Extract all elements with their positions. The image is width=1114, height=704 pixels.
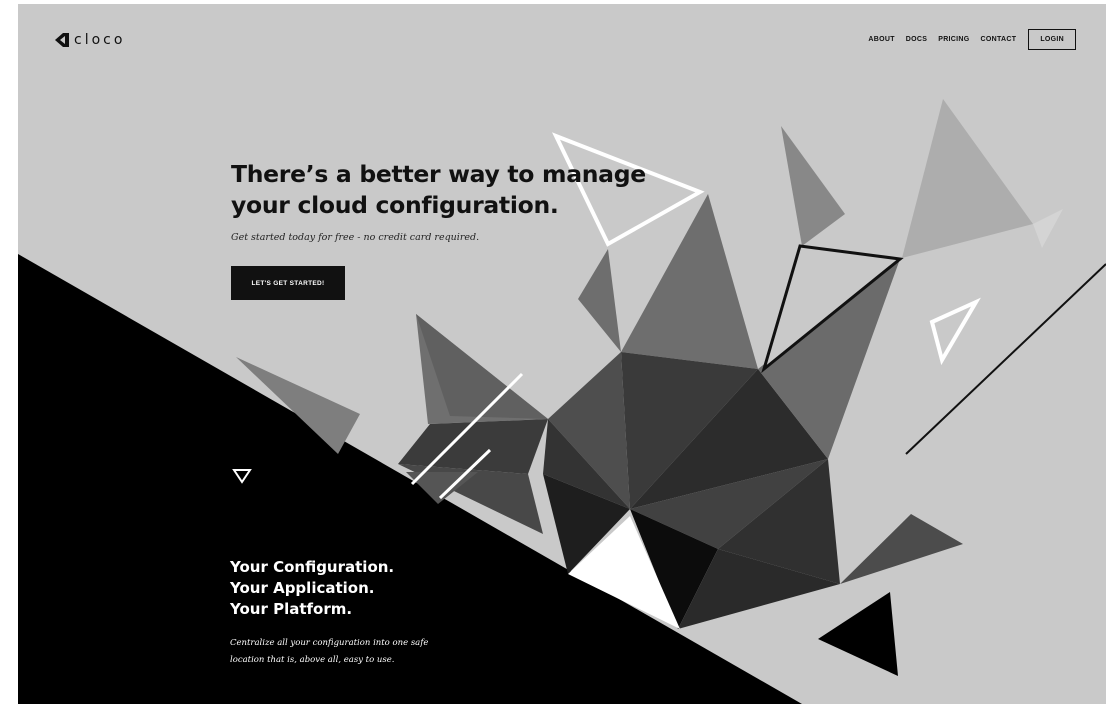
login-button[interactable]: LOGIN — [1028, 29, 1076, 50]
polygon-shard — [781, 126, 845, 246]
hero-title: There’s a better way to manage your clou… — [231, 159, 646, 221]
nav-about[interactable]: ABOUT — [868, 36, 894, 43]
feature-title-line: Your Configuration. — [230, 558, 395, 576]
get-started-button[interactable]: LET'S GET STARTED! — [231, 266, 345, 300]
hero-title-line2: your cloud configuration. — [231, 191, 559, 219]
outline-triangle — [929, 297, 981, 366]
site-header: cloco ABOUT DOCS PRICING CONTACT LOGIN — [18, 4, 1106, 84]
feature-title: Your Configuration. Your Application. Yo… — [230, 557, 394, 620]
main-nav: ABOUT DOCS PRICING CONTACT LOGIN — [857, 29, 1076, 50]
brand-name: cloco — [74, 32, 126, 48]
feature-title-line: Your Application. — [230, 579, 375, 597]
nav-docs[interactable]: DOCS — [906, 36, 927, 43]
nav-contact[interactable]: CONTACT — [981, 36, 1017, 43]
feature-description-line: Centralize all your configuration into o… — [230, 638, 429, 648]
polygon-shard — [1033, 209, 1063, 248]
hero-title-line1: There’s a better way to manage — [231, 160, 646, 188]
cloco-logo-icon — [55, 33, 69, 47]
hero-subtitle: Get started today for free - no credit c… — [231, 232, 480, 243]
polygon-artwork — [18, 99, 1106, 704]
nav-pricing[interactable]: PRICING — [938, 36, 969, 43]
brand-logo[interactable]: cloco — [54, 32, 125, 48]
polygon-shard — [840, 514, 963, 584]
polygon-shard — [818, 592, 898, 676]
decor-line — [905, 263, 1106, 455]
triangle-down-icon[interactable] — [232, 468, 252, 484]
feature-description-line: location that is, above all, easy to use… — [230, 655, 395, 665]
feature-title-line: Your Platform. — [230, 600, 353, 618]
polygon-shard — [902, 99, 1033, 258]
landing-page: cloco ABOUT DOCS PRICING CONTACT LOGIN T… — [18, 4, 1106, 704]
feature-description: Centralize all your configuration into o… — [230, 635, 428, 669]
polygon-shard — [578, 249, 621, 352]
